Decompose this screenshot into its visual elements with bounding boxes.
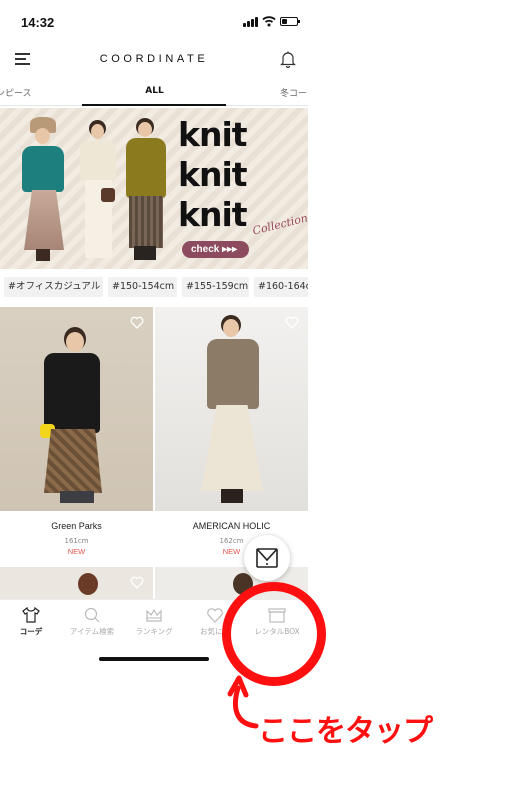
nav-item-item-search[interactable]: アイテム検索 [61,607,123,637]
tab-winter-coat[interactable]: 冬コー [280,86,307,99]
model-height: 161cm [64,537,89,545]
favorite-heart-icon[interactable] [130,316,144,329]
battery-level [282,19,287,24]
status-bar: 14:32 [0,0,308,44]
coordinate-card[interactable]: Green Parks 161cm NEW [0,307,153,565]
nav-label: コーデ [19,627,43,636]
coordinate-photo[interactable] [0,307,153,511]
home-indicator [99,657,209,661]
app-screen: 14:32 COORDINATE ンピース ALL 冬コー knit knit … [0,0,308,670]
rental-box-icon [256,548,278,568]
favorite-heart-icon[interactable] [130,576,144,589]
heart-icon [207,608,223,623]
wifi-icon [262,16,276,27]
brand-name: Green Parks [51,521,102,531]
hashtag-chip[interactable]: #オフィスカジュアル [4,277,103,297]
coordinate-photo[interactable] [155,307,308,511]
tshirt-icon [22,607,40,623]
hashtag-chip[interactable]: #155-159cm [182,277,249,297]
hashtag-chip[interactable]: #160-164c [254,277,308,297]
battery-icon [280,17,300,26]
hashtag-chip[interactable]: #150-154cm [108,277,177,297]
new-badge: NEW [67,547,86,556]
rental-box-fab[interactable] [244,535,290,581]
banner-headline-line: knit [178,195,248,234]
knit-collection-banner[interactable]: knit knit knit [0,108,308,269]
app-header: COORDINATE [0,44,308,76]
model-figure [74,118,122,264]
favorite-heart-icon[interactable] [285,316,299,329]
nav-item-coordinate[interactable]: コーデ [0,607,62,637]
hashtag-row: #オフィスカジュアル #150-154cm #155-159cm #160-16… [0,276,308,298]
nav-label: アイテム検索 [69,627,115,636]
banner-check-button[interactable]: check ▸▸▸ [182,241,249,258]
bell-icon[interactable] [280,50,296,68]
brand-name: AMERICAN HOLIC [192,521,271,531]
tab-all[interactable]: ALL [83,86,226,96]
tab-onepiece[interactable]: ンピース [0,86,32,99]
annotation-text: ここをタップ [258,714,433,749]
model-figure [120,116,170,264]
banner-headline-line: knit [178,115,248,154]
page-title: COORDINATE [99,53,209,65]
nav-label: ランキング [135,627,173,636]
banner-headline-line: knit [178,155,248,194]
category-tabs: ンピース ALL 冬コー [0,80,308,106]
coordinate-card[interactable]: AMERICAN HOLIC 162cm NEW [155,307,308,565]
annotation-arrow-icon [227,675,259,729]
active-tab-indicator [82,104,226,106]
model-figure [14,114,72,264]
crown-icon [146,608,162,622]
signal-icon [243,17,259,27]
nav-item-ranking[interactable]: ランキング [123,607,185,637]
clock: 14:32 [21,15,55,30]
search-icon [84,607,100,623]
coordinate-photo[interactable] [0,567,153,599]
